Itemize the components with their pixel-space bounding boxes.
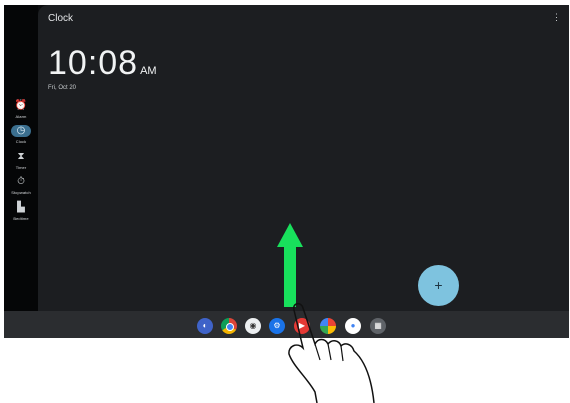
nav-label-stopwatch: Stopwatch [11, 190, 31, 195]
hourglass-icon: ⧗ [17, 151, 25, 162]
nav-label-timer: Timer [15, 165, 27, 170]
swipe-up-arrow-icon [277, 223, 303, 307]
current-date: Fri, Oct 20 [48, 85, 77, 91]
swipe-up-hand-icon [288, 302, 375, 403]
navigation-rail: ⏰ Alarm ◷ Clock ⧗ Timer ⏱ Stopwatch ▙ Be… [4, 5, 38, 311]
time-ampm: AM [140, 65, 157, 77]
clock-app-panel: Clock ⋮ 10:08 AM Fri, Oct 20 [38, 5, 569, 311]
app-title: Clock [48, 13, 74, 24]
app-icon-1[interactable]: ◐ [197, 318, 213, 334]
current-time: 10:08 AM [48, 44, 157, 83]
clock-icon: ◷ [11, 125, 31, 137]
nav-item-alarm[interactable]: ⏰ Alarm [4, 100, 38, 119]
nav-item-bedtime[interactable]: ▙ Bedtime [4, 202, 38, 221]
nav-item-stopwatch[interactable]: ⏱ Stopwatch [4, 176, 38, 195]
chrome-icon[interactable] [221, 318, 237, 334]
alarm-icon: ⏰ [14, 100, 28, 111]
more-options-icon[interactable]: ⋮ [552, 13, 561, 22]
time-value: 10:08 [48, 44, 139, 82]
stopwatch-icon: ⏱ [17, 176, 25, 187]
nav-label-clock: Clock [15, 139, 27, 144]
add-city-button[interactable]: + [418, 265, 459, 306]
nav-label-bedtime: Bedtime [13, 216, 29, 221]
bed-icon: ▙ [17, 202, 25, 213]
nav-label-alarm: Alarm [15, 114, 27, 119]
nav-item-timer[interactable]: ⧗ Timer [4, 151, 38, 170]
camera-icon[interactable]: ◉ [245, 318, 261, 334]
nav-item-clock[interactable]: ◷ Clock [4, 125, 38, 144]
